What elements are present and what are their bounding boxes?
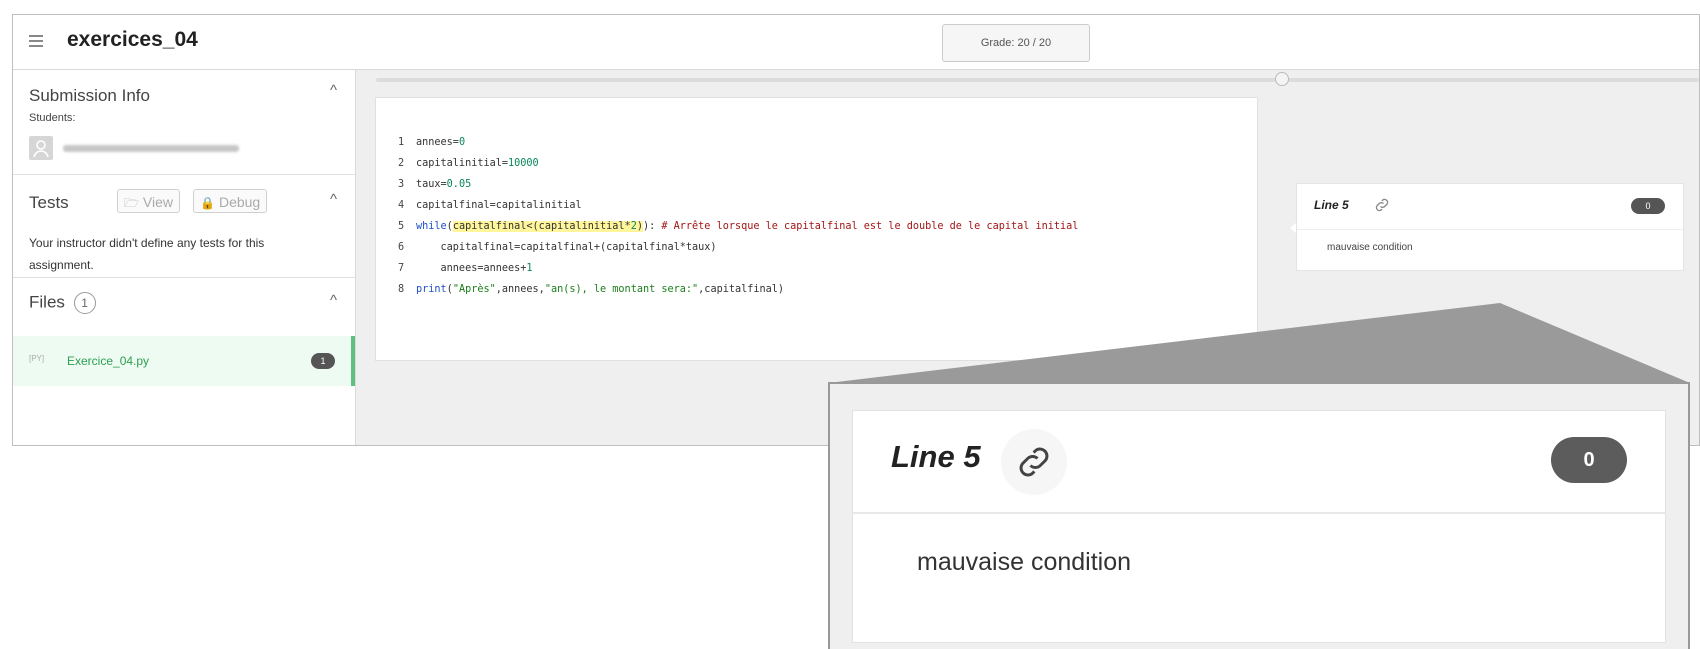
zoomed-comment-card: Line 5 0 mauvaise condition — [852, 410, 1666, 643]
zoomed-link-button[interactable] — [1001, 429, 1067, 495]
zoomed-comment-line-label: Line 5 — [891, 439, 981, 474]
zoomed-comment-text: mauvaise condition — [917, 548, 1132, 576]
link-icon — [1013, 441, 1055, 488]
zoomed-comment-header: Line 5 0 — [853, 411, 1665, 514]
zoomed-comment-score-badge: 0 — [1551, 437, 1627, 483]
zoomed-comment-callout: Line 5 0 mauvaise condition — [828, 382, 1690, 649]
